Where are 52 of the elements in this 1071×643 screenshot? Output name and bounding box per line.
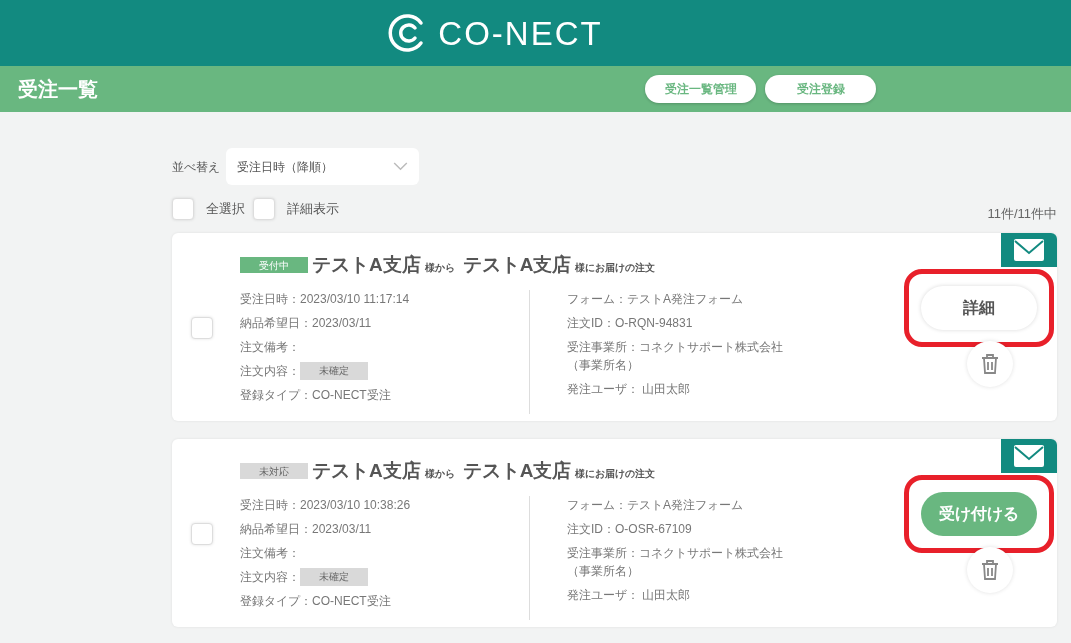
order-field: フォーム：テストA発注フォーム	[567, 289, 783, 308]
order-field: 登録タイプ：CO-NECT受注	[240, 591, 391, 610]
checkbox[interactable]	[172, 198, 194, 220]
nav-button[interactable]: 受注登録	[765, 75, 876, 103]
checkbox-label: 全選択	[206, 200, 245, 219]
status-chip: 未確定	[300, 567, 368, 586]
recipient-name: テストA支店	[462, 253, 572, 277]
page-title: 受注一覧	[18, 77, 99, 102]
sender-name: テストA支店	[312, 459, 421, 483]
sender-name: テストA支店	[312, 253, 421, 277]
envelope-icon	[1013, 444, 1045, 468]
order-field: 納品希望日：2023/03/11	[240, 313, 372, 332]
title-suffix: 様にお届けの注文	[575, 261, 656, 275]
title-suffix: 様から	[424, 467, 455, 481]
recipient-name: テストA支店	[462, 459, 572, 483]
order-field: 発注ユーザ： 山田太郎	[567, 379, 783, 398]
result-count: 11件/11件中	[987, 205, 1057, 224]
order-field: 発注ユーザ： 山田太郎	[567, 585, 783, 604]
checkbox[interactable]	[253, 198, 275, 220]
order-field: 受注日時：2023/03/10 11:17:14	[240, 289, 410, 308]
order-field: 注文ID：O-RQN-94831	[567, 313, 783, 332]
status-badge: 受付中	[240, 257, 308, 274]
order-field: 受注事業所：コネクトサポート株式会社 （事業所名）	[567, 543, 783, 580]
sort-label: 並べ替え	[172, 158, 220, 176]
order-field: 納品希望日：2023/03/11	[240, 519, 372, 538]
delete-button[interactable]	[967, 547, 1013, 593]
mail-tab[interactable]	[1001, 439, 1057, 473]
delete-button[interactable]	[967, 341, 1013, 387]
order-field: 登録タイプ：CO-NECT受注	[240, 385, 391, 404]
order-field: 注文ID：O-OSR-67109	[567, 519, 783, 538]
status-badge: 未対応	[240, 463, 308, 480]
detail-button[interactable]: 詳細	[921, 286, 1037, 330]
order-field: 受注日時：2023/03/10 10:38:26	[240, 495, 411, 514]
envelope-icon	[1013, 238, 1045, 262]
accept-button[interactable]: 受け付ける	[921, 492, 1037, 536]
nav-button[interactable]: 受注一覧管理	[645, 75, 756, 103]
checkbox[interactable]	[191, 523, 213, 545]
title-suffix: 様から	[424, 261, 455, 275]
title-suffix: 様にお届けの注文	[575, 467, 656, 481]
status-chip: 未確定	[300, 361, 368, 380]
order-field: 注文備考：	[240, 337, 300, 356]
checkbox-label: 詳細表示	[287, 200, 339, 219]
sort-dropdown[interactable]: 受注日時（降順）	[226, 148, 419, 185]
order-field: 注文内容：	[240, 361, 300, 380]
order-field: 注文備考：	[240, 543, 300, 562]
mail-tab[interactable]	[1001, 233, 1057, 267]
order-field: 注文内容：	[240, 567, 300, 586]
chevron-down-icon	[393, 162, 408, 171]
checkbox[interactable]	[191, 317, 213, 339]
logo-text: CO-NECT	[438, 16, 603, 50]
order-field: 受注事業所：コネクトサポート株式会社 （事業所名）	[567, 337, 783, 374]
order-field: フォーム：テストA発注フォーム	[567, 495, 783, 514]
